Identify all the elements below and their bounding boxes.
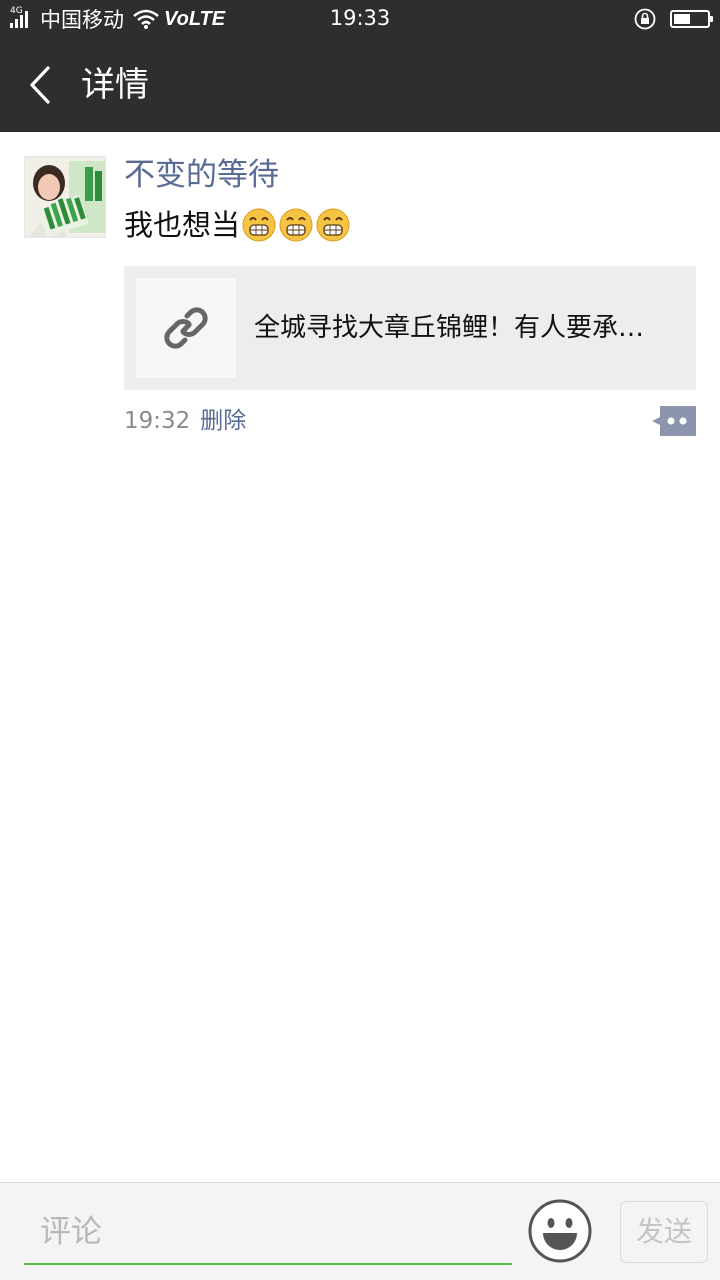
- post-text-content: 我也想当: [124, 208, 241, 242]
- comment-bubble-icon[interactable]: [652, 406, 696, 436]
- battery-fill: [674, 14, 691, 24]
- chevron-left-icon: [30, 66, 50, 104]
- status-right: [634, 6, 713, 32]
- post-time: 19:32: [124, 408, 191, 434]
- emoji-row: [242, 208, 350, 242]
- link-title: 全城寻找大章丘锦鲤！有人要承…: [254, 313, 645, 343]
- delete-button[interactable]: 删除: [200, 404, 246, 438]
- status-bar: 4G 中国移动 VoLTE 19:33: [0, 0, 720, 38]
- avatar[interactable]: [24, 156, 106, 238]
- shared-link-card[interactable]: 全城寻找大章丘锦鲤！有人要承…: [124, 266, 696, 390]
- smiley-icon[interactable]: [528, 1199, 592, 1263]
- post-meta: 19:32 删除: [124, 404, 246, 438]
- page-title: 详情: [81, 65, 149, 105]
- post-username[interactable]: 不变的等待: [124, 154, 279, 196]
- grin-emoji-icon: [279, 208, 313, 242]
- link-thumbnail: [136, 278, 236, 378]
- comment-input[interactable]: [24, 1201, 512, 1265]
- grin-emoji-icon: [316, 208, 350, 242]
- navigation-bar: 详情: [0, 38, 720, 132]
- send-button[interactable]: 发送: [620, 1201, 708, 1263]
- back-button[interactable]: [20, 63, 60, 107]
- comment-composer: 发送: [0, 1182, 720, 1280]
- rotation-lock-icon: [634, 8, 656, 30]
- grin-emoji-icon: [242, 208, 276, 242]
- link-icon: [164, 307, 208, 349]
- post-text: 我也想当: [124, 204, 350, 246]
- avatar-image: [25, 157, 105, 237]
- battery-icon: [670, 10, 713, 28]
- status-time: 19:33: [329, 6, 391, 30]
